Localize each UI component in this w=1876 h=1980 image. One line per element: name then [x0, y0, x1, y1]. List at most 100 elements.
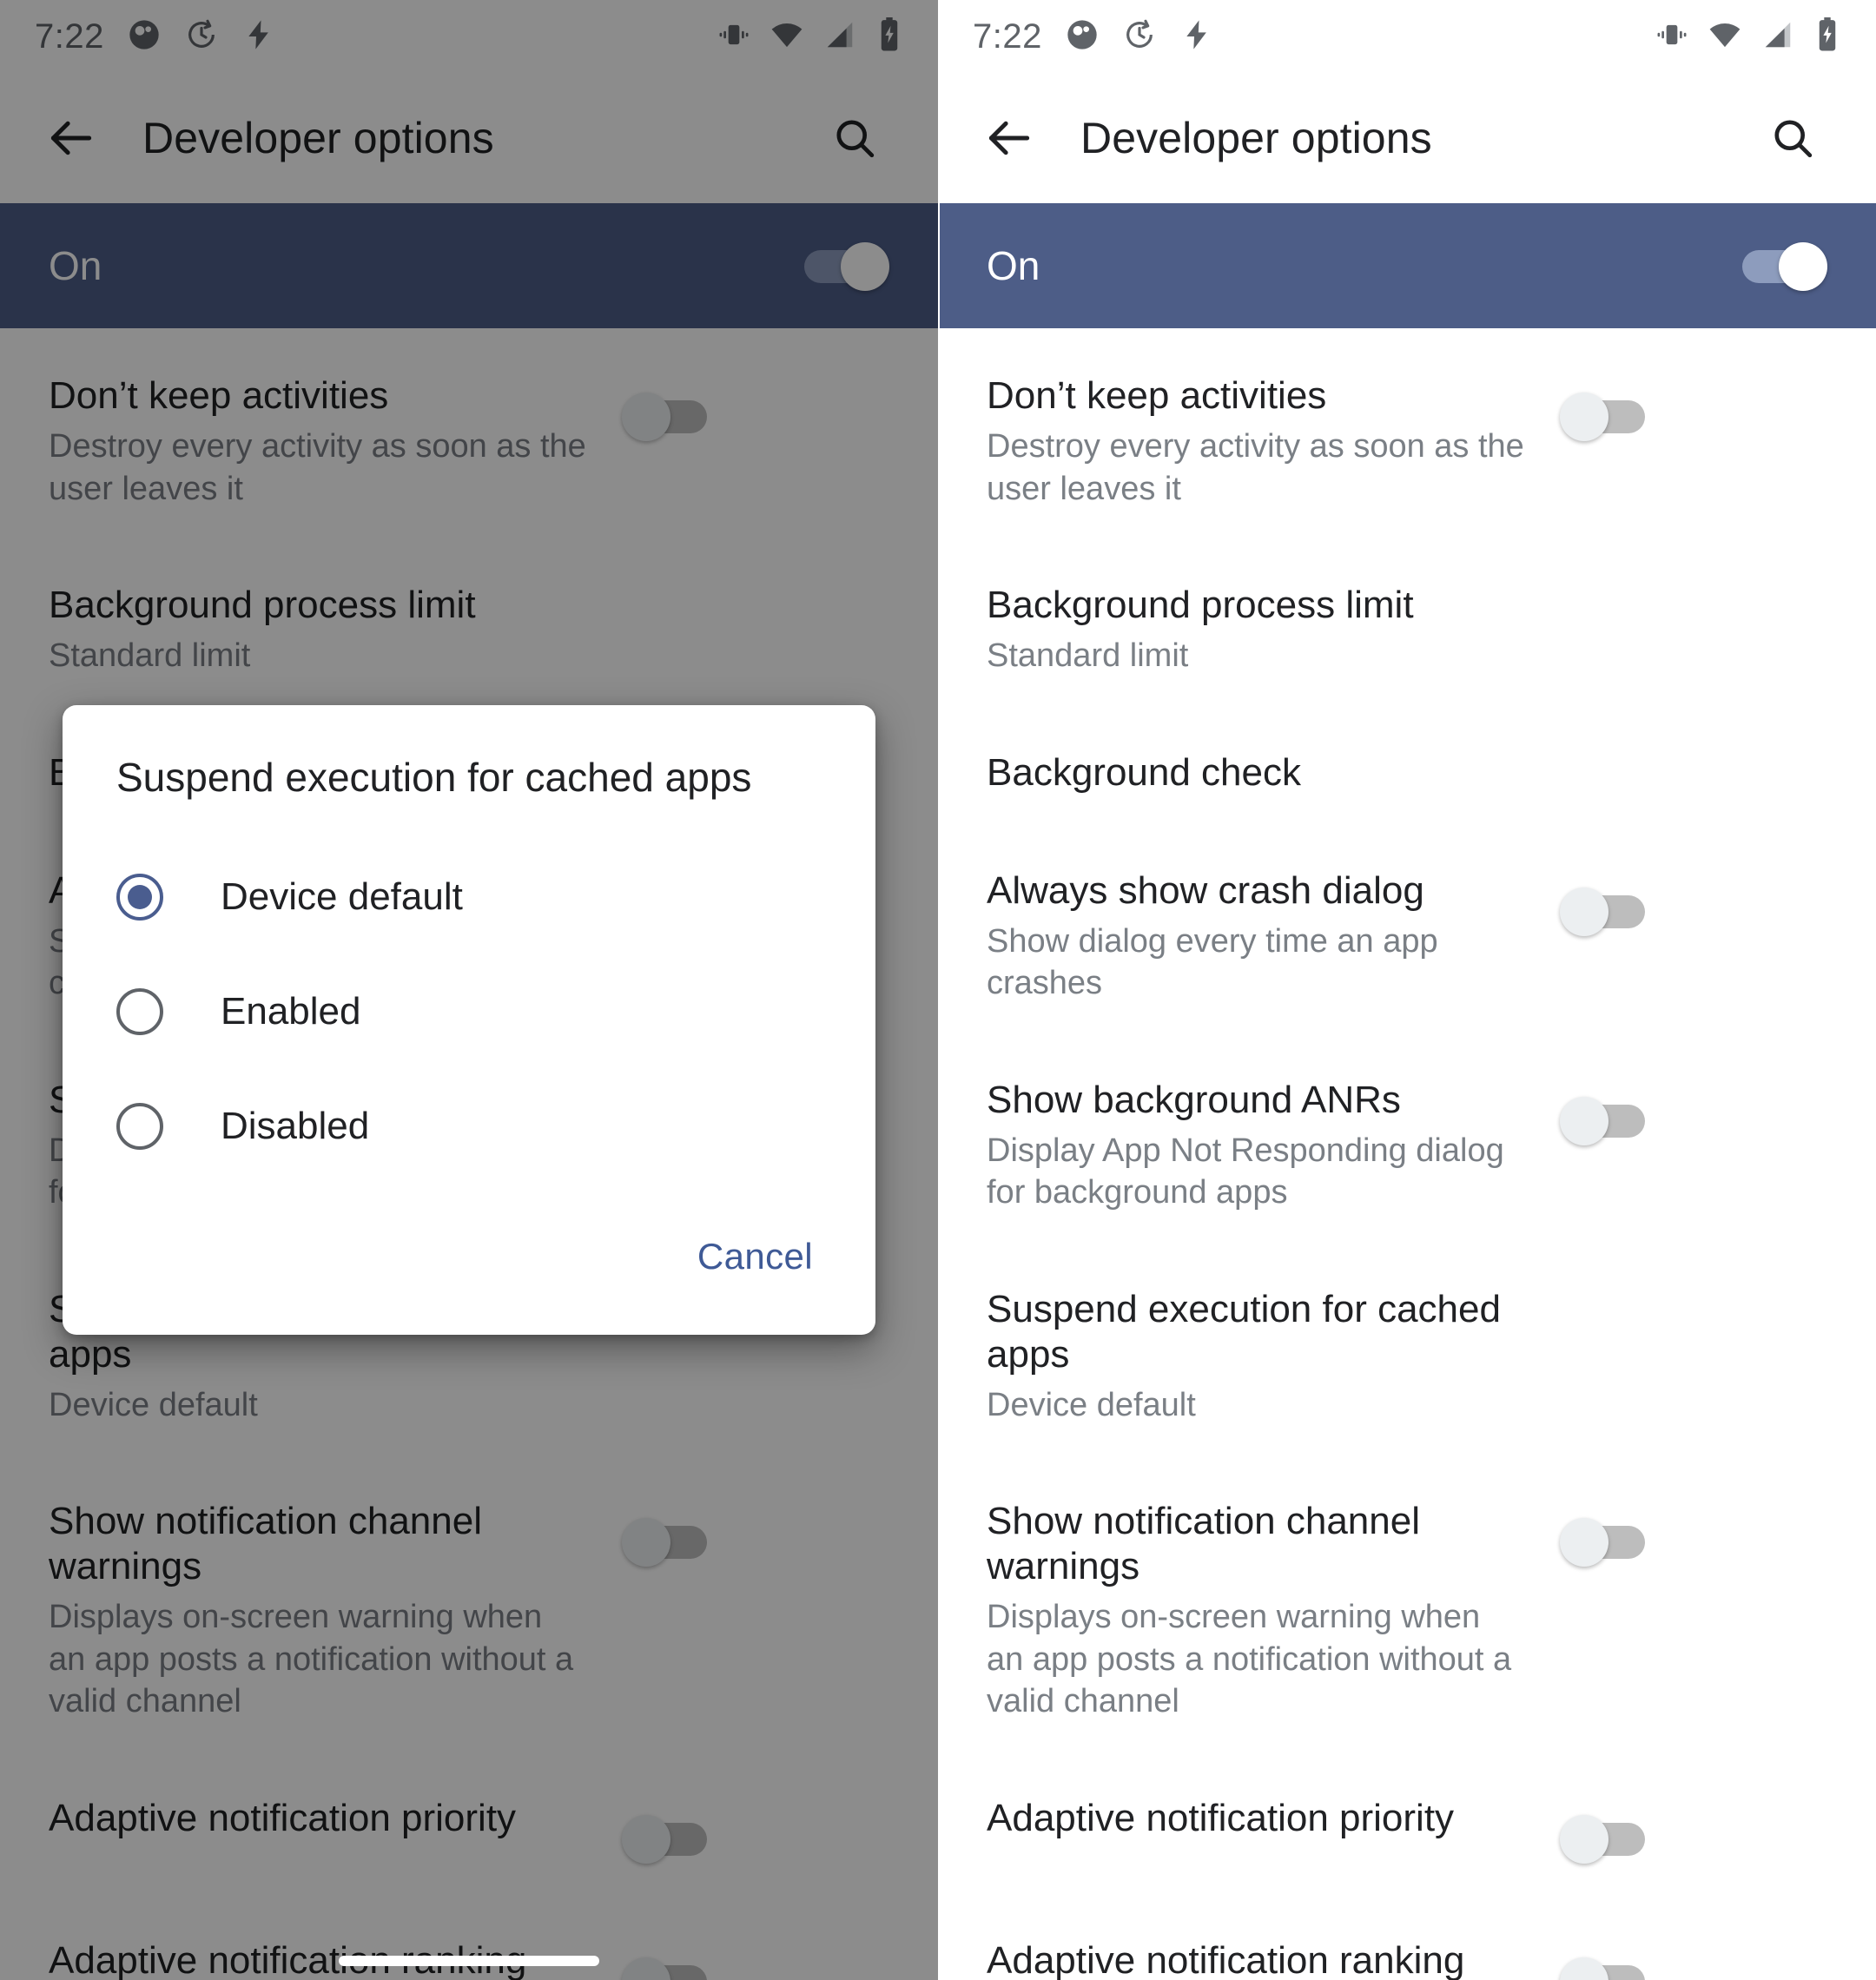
phone-screen-right: 7:22 Developer options On Don’t keep act… — [938, 0, 1876, 1980]
settings-row-title: Suspend execution for cached apps — [987, 1287, 1501, 1376]
settings-row[interactable]: Show notification channel warnings Displa… — [938, 1462, 1876, 1759]
screenshot-stage: 7:22 Developer options On Don’t keep act… — [0, 0, 1876, 1980]
switch-thumb — [1560, 1957, 1608, 1980]
do-not-disturb-icon — [1065, 17, 1100, 56]
settings-row-text: Background process limit Standard limit — [987, 583, 1560, 677]
cancel-button[interactable]: Cancel — [682, 1222, 829, 1291]
switch-thumb — [622, 393, 670, 441]
switch-thumb — [1560, 1518, 1608, 1568]
radio-checked-icon[interactable] — [116, 874, 163, 921]
settings-row-title: Don’t keep activities — [49, 374, 389, 417]
settings-row-text: Background process limit Standard limit — [49, 583, 622, 677]
vibrate-icon — [1655, 18, 1688, 56]
switch-thumb — [841, 242, 889, 291]
radio-unchecked-icon[interactable] — [116, 988, 163, 1036]
row-toggle[interactable] — [622, 1812, 714, 1865]
row-toggle[interactable] — [1560, 1515, 1652, 1568]
settings-row-subtitle: Standard limit — [987, 637, 1189, 675]
settings-row-title: Adaptive notification priority — [49, 1797, 517, 1840]
dialog-radio-option[interactable]: Device default — [63, 840, 875, 954]
switch-thumb — [1560, 887, 1608, 936]
row-toggle[interactable] — [1560, 1093, 1652, 1147]
row-toggle[interactable] — [1560, 1812, 1652, 1865]
settings-row[interactable]: Background check — [938, 714, 1876, 832]
back-arrow-icon[interactable] — [968, 96, 1051, 180]
settings-row-subtitle: Destroy every activity as soon as the us… — [49, 427, 586, 507]
do-not-disturb-icon — [127, 17, 162, 56]
row-toggle[interactable] — [622, 1515, 714, 1568]
search-icon[interactable] — [1751, 96, 1834, 180]
settings-row-text: Don’t keep activities Destroy every activ… — [987, 373, 1560, 510]
settings-row[interactable]: Background process limit Standard limit — [938, 546, 1876, 714]
settings-row-text: Show background ANRs Display App Not Resp… — [987, 1078, 1560, 1214]
settings-row-subtitle: Display App Not Responding dialog for ba… — [987, 1132, 1504, 1211]
settings-row[interactable]: Adaptive notification priority — [0, 1759, 938, 1902]
settings-row-title: Background process limit — [49, 584, 476, 627]
settings-row[interactable]: Show notification channel warnings Displa… — [0, 1462, 938, 1759]
row-toggle[interactable] — [1560, 1954, 1652, 1980]
switch-thumb — [1560, 1096, 1608, 1145]
row-toggle[interactable] — [622, 389, 714, 443]
status-bar-clock: 7:22 — [973, 17, 1042, 56]
dialog-radio-option[interactable]: Disabled — [63, 1069, 875, 1184]
status-bar-left-group: 7:22 — [35, 17, 276, 56]
wifi-icon — [770, 17, 804, 56]
settings-row-title: Show notification channel warnings — [49, 1500, 482, 1588]
row-toggle[interactable] — [1560, 884, 1652, 938]
settings-row[interactable]: Don’t keep activities Destroy every activ… — [938, 337, 1876, 546]
flash-icon — [241, 17, 276, 56]
alarm-icon — [1122, 17, 1157, 56]
status-bar-right-group — [1655, 16, 1841, 56]
developer-options-master-switch-row[interactable]: On — [0, 203, 938, 328]
row-toggle[interactable] — [1560, 389, 1652, 443]
settings-row[interactable]: Background process limit Standard limit — [0, 546, 938, 714]
settings-row-text: Always show crash dialog Show dialog ever… — [987, 868, 1560, 1005]
alarm-icon — [184, 17, 219, 56]
settings-row[interactable]: Adaptive notification priority — [938, 1759, 1876, 1902]
settings-row-text: Don’t keep activities Destroy every activ… — [49, 373, 622, 510]
dialog-actions: Cancel — [63, 1203, 875, 1314]
dialog-title: Suspend execution for cached apps — [116, 755, 752, 800]
battery-charging-icon — [875, 16, 903, 56]
settings-row[interactable]: Don’t keep activities Destroy every activ… — [0, 337, 938, 546]
settings-row-subtitle: Device default — [49, 1386, 258, 1423]
switch-thumb — [622, 1815, 670, 1864]
settings-row[interactable]: Suspend execution for cached apps Device … — [938, 1251, 1876, 1462]
settings-row-title: Always show crash dialog — [987, 868, 1424, 912]
radio-unchecked-icon[interactable] — [116, 1103, 163, 1151]
master-switch-toggle[interactable] — [1735, 239, 1827, 293]
settings-row[interactable]: Adaptive notification ranking — [938, 1902, 1876, 1980]
settings-list-right: Don’t keep activities Destroy every activ… — [938, 328, 1876, 1980]
settings-row-title: Show notification channel warnings — [987, 1500, 1420, 1588]
settings-row[interactable]: Adaptive notification ranking — [0, 1902, 938, 1980]
dialog-radio-option[interactable]: Enabled — [63, 954, 875, 1069]
settings-row-title: Adaptive notification priority — [987, 1797, 1455, 1840]
app-bar-left: Developer options — [0, 73, 938, 203]
settings-row-text: Adaptive notification priority — [49, 1796, 622, 1841]
dialog-option-label: Disabled — [221, 1105, 370, 1148]
settings-row-title: Don’t keep activities — [987, 374, 1327, 417]
settings-row-subtitle: Device default — [987, 1386, 1196, 1423]
back-arrow-icon[interactable] — [30, 96, 113, 180]
settings-row-subtitle: Displays on-screen warning when an app p… — [987, 1599, 1512, 1720]
settings-row-text: Show notification channel warnings Displa… — [49, 1499, 622, 1723]
master-switch-label: On — [49, 243, 102, 288]
dialog-option-label: Device default — [221, 875, 463, 919]
settings-row[interactable]: Show background ANRs Display App Not Resp… — [938, 1041, 1876, 1251]
master-switch-label: On — [987, 243, 1040, 288]
settings-row[interactable]: Always show crash dialog Show dialog ever… — [938, 832, 1876, 1041]
wifi-icon — [1708, 17, 1742, 56]
master-switch-toggle[interactable] — [797, 239, 889, 293]
status-bar-left-group: 7:22 — [973, 17, 1214, 56]
search-icon[interactable] — [813, 96, 896, 180]
developer-options-master-switch-row[interactable]: On — [938, 203, 1876, 328]
settings-row-title: Adaptive notification ranking — [987, 1939, 1465, 1980]
switch-thumb — [1560, 1815, 1608, 1864]
status-bar-clock: 7:22 — [35, 17, 104, 56]
settings-row-title: Background check — [987, 750, 1301, 794]
settings-row-title: Background process limit — [987, 584, 1414, 627]
settings-row-text: Suspend execution for cached apps Device … — [987, 1287, 1560, 1426]
row-toggle[interactable] — [622, 1954, 714, 1980]
cell-signal-icon — [1761, 18, 1794, 56]
switch-thumb — [1560, 393, 1608, 441]
